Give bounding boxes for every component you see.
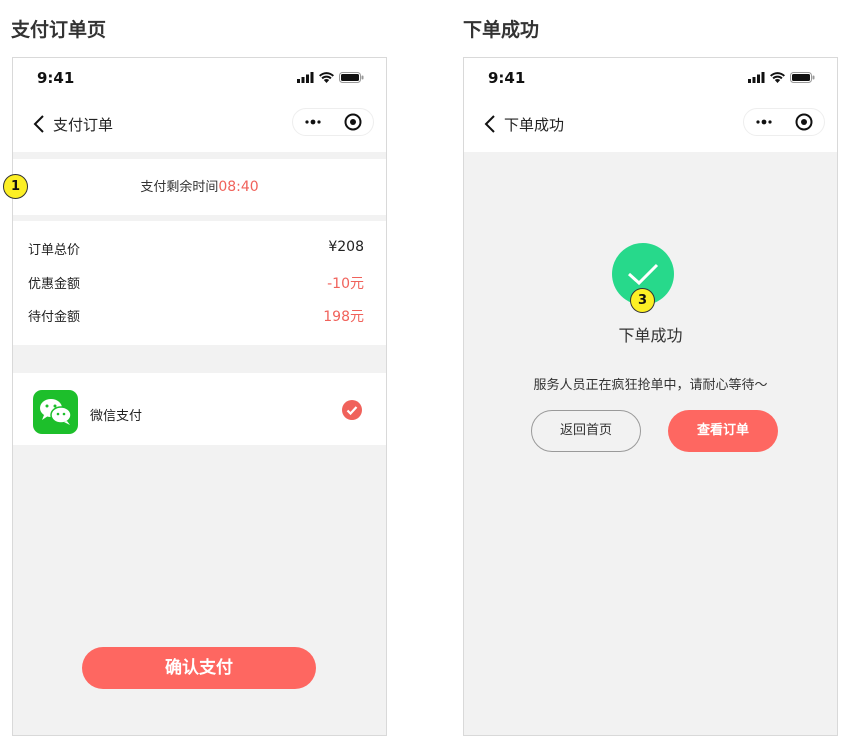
countdown-value: 08:40 — [218, 179, 259, 195]
back-home-button[interactable]: 返回首页 — [531, 410, 641, 452]
signal-icon — [297, 72, 314, 83]
status-time: 9:41 — [37, 69, 75, 87]
signal-icon — [748, 72, 765, 83]
discount-value: -10元 — [327, 276, 364, 292]
back-icon[interactable] — [29, 112, 51, 136]
system-icons — [748, 72, 815, 83]
discount-row: 优惠金额 -10元 — [28, 273, 364, 292]
back-icon[interactable] — [480, 112, 502, 136]
confirm-pay-button[interactable]: 确认支付 — [82, 647, 316, 689]
status-time: 9:41 — [488, 69, 526, 87]
payment-phone-screen: 9:41 支付订单 支付剩余时间08:40 订单总价 ¥208 优惠金额 -10… — [12, 57, 387, 736]
payment-method-name: 微信支付 — [90, 409, 143, 424]
nav-title: 下单成功 — [504, 116, 565, 134]
panel-title-payment: 支付订单页 — [11, 19, 107, 41]
price-summary-card: 订单总价 ¥208 优惠金额 -10元 待付金额 198元 — [13, 221, 386, 345]
system-icons — [297, 72, 364, 83]
status-bar: 9:41 — [464, 58, 837, 98]
more-icon[interactable] — [744, 108, 784, 136]
countdown-row: 支付剩余时间08:40 — [13, 159, 386, 215]
mini-program-capsule — [743, 108, 825, 136]
total-price-value: ¥208 — [328, 239, 364, 255]
countdown-label: 支付剩余时间 — [140, 180, 219, 195]
nav-title: 支付订单 — [53, 116, 114, 134]
amount-due-value: 198元 — [323, 309, 364, 325]
panel-title-success: 下单成功 — [463, 19, 540, 41]
success-title: 下单成功 — [618, 326, 683, 345]
total-price-label: 订单总价 — [28, 243, 81, 258]
annotation-marker-1: 1 — [3, 174, 28, 199]
status-bar: 9:41 — [13, 58, 386, 98]
amount-due-label: 待付金额 — [28, 310, 81, 325]
total-price-row: 订单总价 ¥208 — [28, 239, 364, 258]
nav-bar: 下单成功 — [464, 98, 837, 152]
success-description: 服务人员正在疯狂抢单中，请耐心等待～ — [533, 378, 768, 393]
battery-icon — [339, 72, 364, 83]
check-icon[interactable] — [342, 400, 362, 420]
annotation-marker-3: 3 — [630, 288, 655, 313]
target-icon[interactable] — [784, 108, 824, 136]
more-icon[interactable] — [293, 108, 333, 136]
wechat-icon — [33, 390, 78, 434]
mini-program-capsule — [292, 108, 374, 136]
view-order-button[interactable]: 查看订单 — [668, 410, 778, 452]
wifi-icon — [770, 72, 785, 83]
battery-icon — [790, 72, 815, 83]
nav-bar: 支付订单 — [13, 98, 386, 152]
discount-label: 优惠金额 — [28, 277, 81, 292]
amount-due-row: 待付金额 198元 — [28, 306, 364, 325]
target-icon[interactable] — [333, 108, 373, 136]
wifi-icon — [319, 72, 334, 83]
payment-method-option[interactable]: 微信支付 — [13, 373, 386, 445]
success-phone-screen: 9:41 下单成功 下单成功 服务人员正在疯狂抢单中，请耐心等待～ 返回首页 查… — [463, 57, 838, 736]
